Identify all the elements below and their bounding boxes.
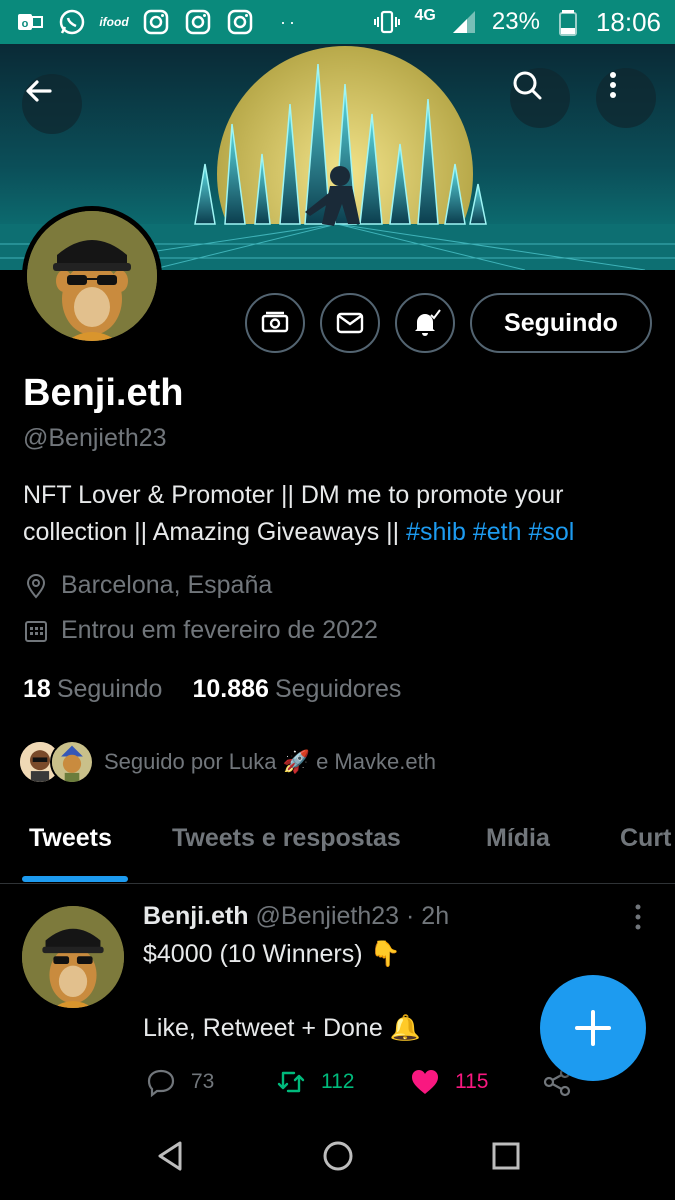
more-options-button[interactable] <box>596 68 656 128</box>
joined-row: Entrou em fevereiro de 2022 <box>23 616 378 645</box>
profile-tabs: Tweets Tweets e respostas Mídia Curt <box>0 810 675 884</box>
following-label: Seguindo <box>56 675 163 703</box>
followers-count: 10.886 <box>192 675 269 703</box>
tweet-more-icon[interactable] <box>630 902 646 932</box>
following-button[interactable]: Seguindo <box>470 293 652 353</box>
recents-nav-icon[interactable] <box>488 1138 524 1174</box>
joined-text: Entrou em fevereiro de 2022 <box>61 616 378 644</box>
more-vertical-icon <box>610 72 616 98</box>
tweet-text-line: Like, Retweet + Done 🔔 <box>143 1014 421 1042</box>
tweet-separator: · <box>406 902 415 930</box>
follow-counts: 18 Seguindo 10.886 Seguidores <box>23 675 401 704</box>
retweet-button[interactable]: 112 <box>275 1066 354 1098</box>
hashtag-link[interactable]: #shib <box>406 518 466 546</box>
followers-count-link[interactable]: 10.886 Seguidores <box>192 675 401 704</box>
followers-label: Seguidores <box>274 675 402 703</box>
network-type: 4G <box>414 7 436 24</box>
tweet-text-line: $4000 (10 Winners) 👇 <box>143 940 401 968</box>
profile-avatar[interactable] <box>22 206 162 346</box>
battery-icon <box>552 8 584 36</box>
battery-percent: 23% <box>491 8 540 35</box>
notifications-button[interactable] <box>395 293 455 353</box>
android-navigation-bar <box>0 1112 675 1200</box>
location-row: Barcelona, España <box>23 571 272 600</box>
tab-likes[interactable]: Curt <box>620 824 671 853</box>
tip-jar-button[interactable] <box>245 293 305 353</box>
plus-icon <box>575 1010 611 1046</box>
tweet-actions: 73 112 115 <box>143 1066 583 1106</box>
tweet-time: 2h <box>421 902 450 930</box>
tweet-author-handle: @Benjieth23 <box>255 902 400 930</box>
back-button[interactable] <box>22 74 82 134</box>
whatsapp-icon <box>56 8 88 36</box>
outlook-icon: o <box>14 8 46 36</box>
tab-tweets[interactable]: Tweets <box>29 824 112 853</box>
follower-avatar <box>50 740 94 784</box>
tweet-header: Benji.eth @Benjieth23 · 2h <box>143 902 449 931</box>
hashtag-link[interactable]: #sol <box>528 518 574 546</box>
more-notifications-indicator: ·· <box>280 11 298 32</box>
calendar-icon <box>25 620 47 642</box>
reply-count: 73 <box>191 1070 215 1093</box>
like-button[interactable]: 115 <box>409 1066 488 1098</box>
tip-jar-icon <box>261 311 289 333</box>
location-pin-icon <box>26 573 46 599</box>
tweet-avatar[interactable] <box>22 906 124 1008</box>
hashtag-link[interactable]: #eth <box>473 518 522 546</box>
instagram-icon <box>182 8 214 36</box>
arrow-left-icon <box>26 80 52 102</box>
ifood-icon: ifood <box>99 15 129 29</box>
back-nav-icon[interactable] <box>152 1138 188 1174</box>
retweet-icon <box>277 1071 305 1093</box>
message-button[interactable] <box>320 293 380 353</box>
active-tab-indicator <box>22 876 128 882</box>
vibrate-icon <box>371 8 403 36</box>
followed-by-text: Seguido por Luka 🚀 e Mavke.eth <box>104 749 436 774</box>
tweet-author-name[interactable]: Benji.eth <box>143 902 249 930</box>
like-count: 115 <box>455 1070 489 1093</box>
svg-text:o: o <box>22 18 29 30</box>
status-bar: o ifood ·· 4G 23% 18:06 <box>0 0 675 44</box>
following-count-link[interactable]: 18 Seguindo <box>23 675 162 704</box>
retweet-count: 112 <box>321 1070 355 1093</box>
profile-bio: NFT Lover & Promoter || DM me to promote… <box>23 477 663 551</box>
following-count: 18 <box>23 675 51 703</box>
heart-icon <box>412 1070 438 1094</box>
notification-bell-icon <box>415 309 441 336</box>
ape-avatar-image <box>27 211 157 341</box>
tab-media[interactable]: Mídia <box>486 824 550 853</box>
mail-icon <box>336 312 364 334</box>
home-nav-icon[interactable] <box>320 1138 356 1174</box>
tab-tweets-and-replies[interactable]: Tweets e respostas <box>172 824 401 853</box>
instagram-icon <box>140 8 172 36</box>
instagram-icon <box>224 8 256 36</box>
compose-tweet-button[interactable] <box>540 975 646 1081</box>
signal-icon <box>448 8 480 36</box>
reply-button[interactable]: 73 <box>145 1066 214 1098</box>
location-text: Barcelona, España <box>61 571 273 599</box>
clock: 18:06 <box>595 6 661 37</box>
search-icon <box>513 71 542 100</box>
profile-name: Benji.eth <box>23 372 184 414</box>
followed-by-row[interactable]: Seguido por Luka 🚀 e Mavke.eth <box>18 740 436 784</box>
profile-handle: @Benjieth23 <box>23 424 167 452</box>
reply-icon <box>147 1069 175 1098</box>
search-button[interactable] <box>510 68 570 128</box>
